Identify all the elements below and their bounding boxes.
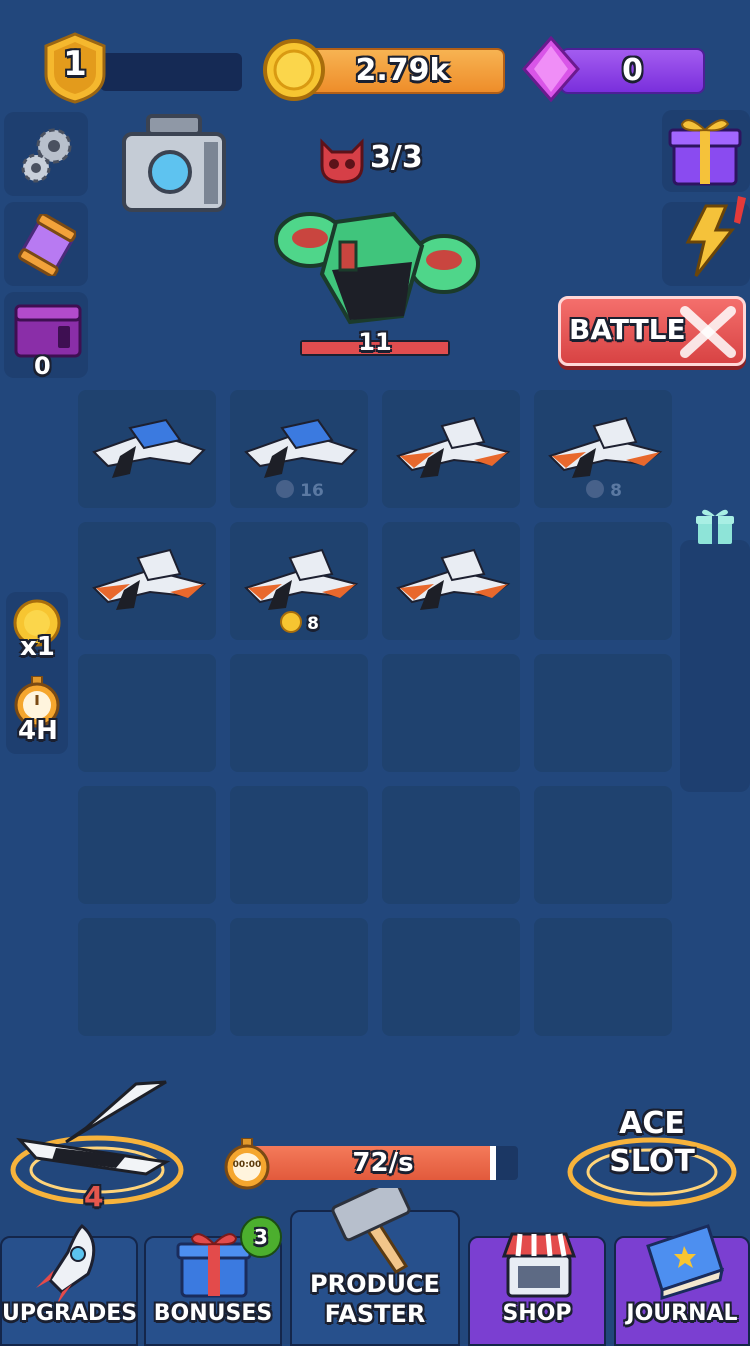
grid-cell[interactable]: [78, 390, 216, 508]
grid-cell[interactable]: [382, 786, 520, 904]
grid-cell[interactable]: [382, 390, 520, 508]
grid-cell[interactable]: [230, 786, 368, 904]
ace-level: 4: [84, 1180, 104, 1213]
energy-canister-icon: [18, 214, 76, 276]
orange-jet[interactable]: [394, 412, 512, 486]
lightning-offer-button[interactable]: [676, 192, 750, 282]
boss-drone-icon: [274, 211, 480, 325]
nav-bonuses[interactable]: 3 BONUSES: [144, 1216, 282, 1346]
cell-label: 16: [230, 478, 368, 504]
battle-button[interactable]: BATTLE: [558, 296, 746, 366]
side-gift-icon[interactable]: [694, 506, 736, 550]
level-number: 1: [63, 44, 87, 84]
boss-kill-count: 3/3: [370, 140, 423, 175]
xp-bar: [100, 53, 242, 91]
blue-jet[interactable]: [90, 412, 208, 486]
grid-cell[interactable]: [534, 522, 672, 640]
boss-drone[interactable]: [272, 204, 484, 340]
boost-canister-button[interactable]: [4, 202, 88, 286]
production-timer: 00:00: [222, 1137, 272, 1194]
grid-cell[interactable]: [230, 654, 368, 772]
production-rate: 72/s: [352, 1148, 414, 1178]
skull-icon: [316, 136, 368, 188]
grid-cell[interactable]: [534, 786, 672, 904]
coin-balance: 2.79k: [355, 53, 450, 88]
orange-jet[interactable]: [90, 544, 208, 618]
coin-balance-bar: 2.79k: [300, 48, 505, 94]
grid-cell[interactable]: [382, 654, 520, 772]
grid-cell[interactable]: [534, 918, 672, 1036]
nav-bonuses-label: BONUSES: [153, 1301, 273, 1326]
grid-cell[interactable]: [78, 522, 216, 640]
timer-text: 00:00: [232, 1160, 262, 1170]
gift-box-icon: [668, 119, 742, 186]
nav-shop-label: SHOP: [502, 1301, 572, 1326]
hammer-icon: [331, 1188, 411, 1275]
right-side-panel: [680, 540, 750, 792]
coin-icon: [279, 610, 303, 638]
boost-duration: 4H: [18, 716, 58, 746]
ace-jet-icon: [16, 1080, 171, 1176]
battle-button-label: BATTLE: [569, 313, 686, 346]
grid-cell[interactable]: [78, 918, 216, 1036]
nav-journal-label: JOURNAL: [626, 1301, 738, 1326]
lightning-bolt-icon: [685, 196, 746, 277]
level-badge[interactable]: 1: [42, 32, 108, 104]
gear-icon: [21, 128, 72, 183]
blue-jet[interactable]: [242, 412, 360, 486]
shield-icon: [584, 478, 606, 504]
boss-level: 11: [358, 328, 392, 356]
ace-slot-label-top: ACE: [619, 1106, 685, 1141]
coin-multiplier: x1: [20, 632, 55, 662]
grid-cell[interactable]: [534, 654, 672, 772]
gem-icon: [520, 35, 582, 106]
gem-balance: 0: [622, 53, 643, 88]
grid-cell[interactable]: 8: [534, 390, 672, 508]
grid-cell[interactable]: [382, 918, 520, 1036]
grid-cell[interactable]: [230, 918, 368, 1036]
purple-crate-icon: [14, 304, 82, 358]
nav-journal[interactable]: JOURNAL: [614, 1224, 750, 1346]
nav-upgrades[interactable]: UPGRADES: [0, 1223, 138, 1346]
crate-button[interactable]: 0: [4, 292, 88, 380]
grid-cell[interactable]: 16: [230, 390, 368, 508]
cell-label-value: 16: [300, 481, 324, 501]
coin-icon: [262, 38, 326, 106]
storefront-icon: [501, 1232, 577, 1298]
crate-count: 0: [34, 352, 51, 380]
steel-chest-icon: [122, 114, 226, 212]
ace-plane[interactable]: [16, 1076, 176, 1190]
nav-produce-label-bottom: FASTER: [324, 1300, 426, 1328]
production-bar: 72/s: [248, 1146, 518, 1180]
journal-book-icon: [646, 1224, 724, 1300]
ace-slot-label-bottom: SLOT: [609, 1144, 695, 1179]
cell-label: 8: [534, 478, 672, 504]
grid-cell[interactable]: [382, 522, 520, 640]
orange-jet[interactable]: [242, 544, 360, 618]
nav-produce-faster[interactable]: PRODUCE FASTER: [290, 1188, 460, 1346]
grid-cell[interactable]: [78, 654, 216, 772]
orange-jet[interactable]: [546, 412, 664, 486]
crossed-swords-icon: [680, 306, 736, 358]
nav-upgrades-label: UPGRADES: [2, 1301, 138, 1326]
cell-label-value: 8: [610, 481, 622, 501]
nav-shop[interactable]: SHOP: [468, 1232, 606, 1346]
orange-jet[interactable]: [394, 544, 512, 618]
rocket-icon: [36, 1223, 96, 1306]
bonuses-badge: 3: [240, 1216, 282, 1258]
cell-label-value: 8: [307, 614, 319, 634]
grid-cell[interactable]: [78, 786, 216, 904]
metal-chest[interactable]: [118, 112, 230, 220]
settings-button[interactable]: [4, 112, 88, 196]
cell-label: 8: [230, 610, 368, 638]
grid-cell[interactable]: 8: [230, 522, 368, 640]
nav-produce-label-top: PRODUCE: [310, 1270, 440, 1298]
shield-icon: [274, 478, 296, 504]
bonuses-badge-count: 3: [254, 1225, 268, 1249]
daily-gift-button[interactable]: [668, 112, 742, 192]
